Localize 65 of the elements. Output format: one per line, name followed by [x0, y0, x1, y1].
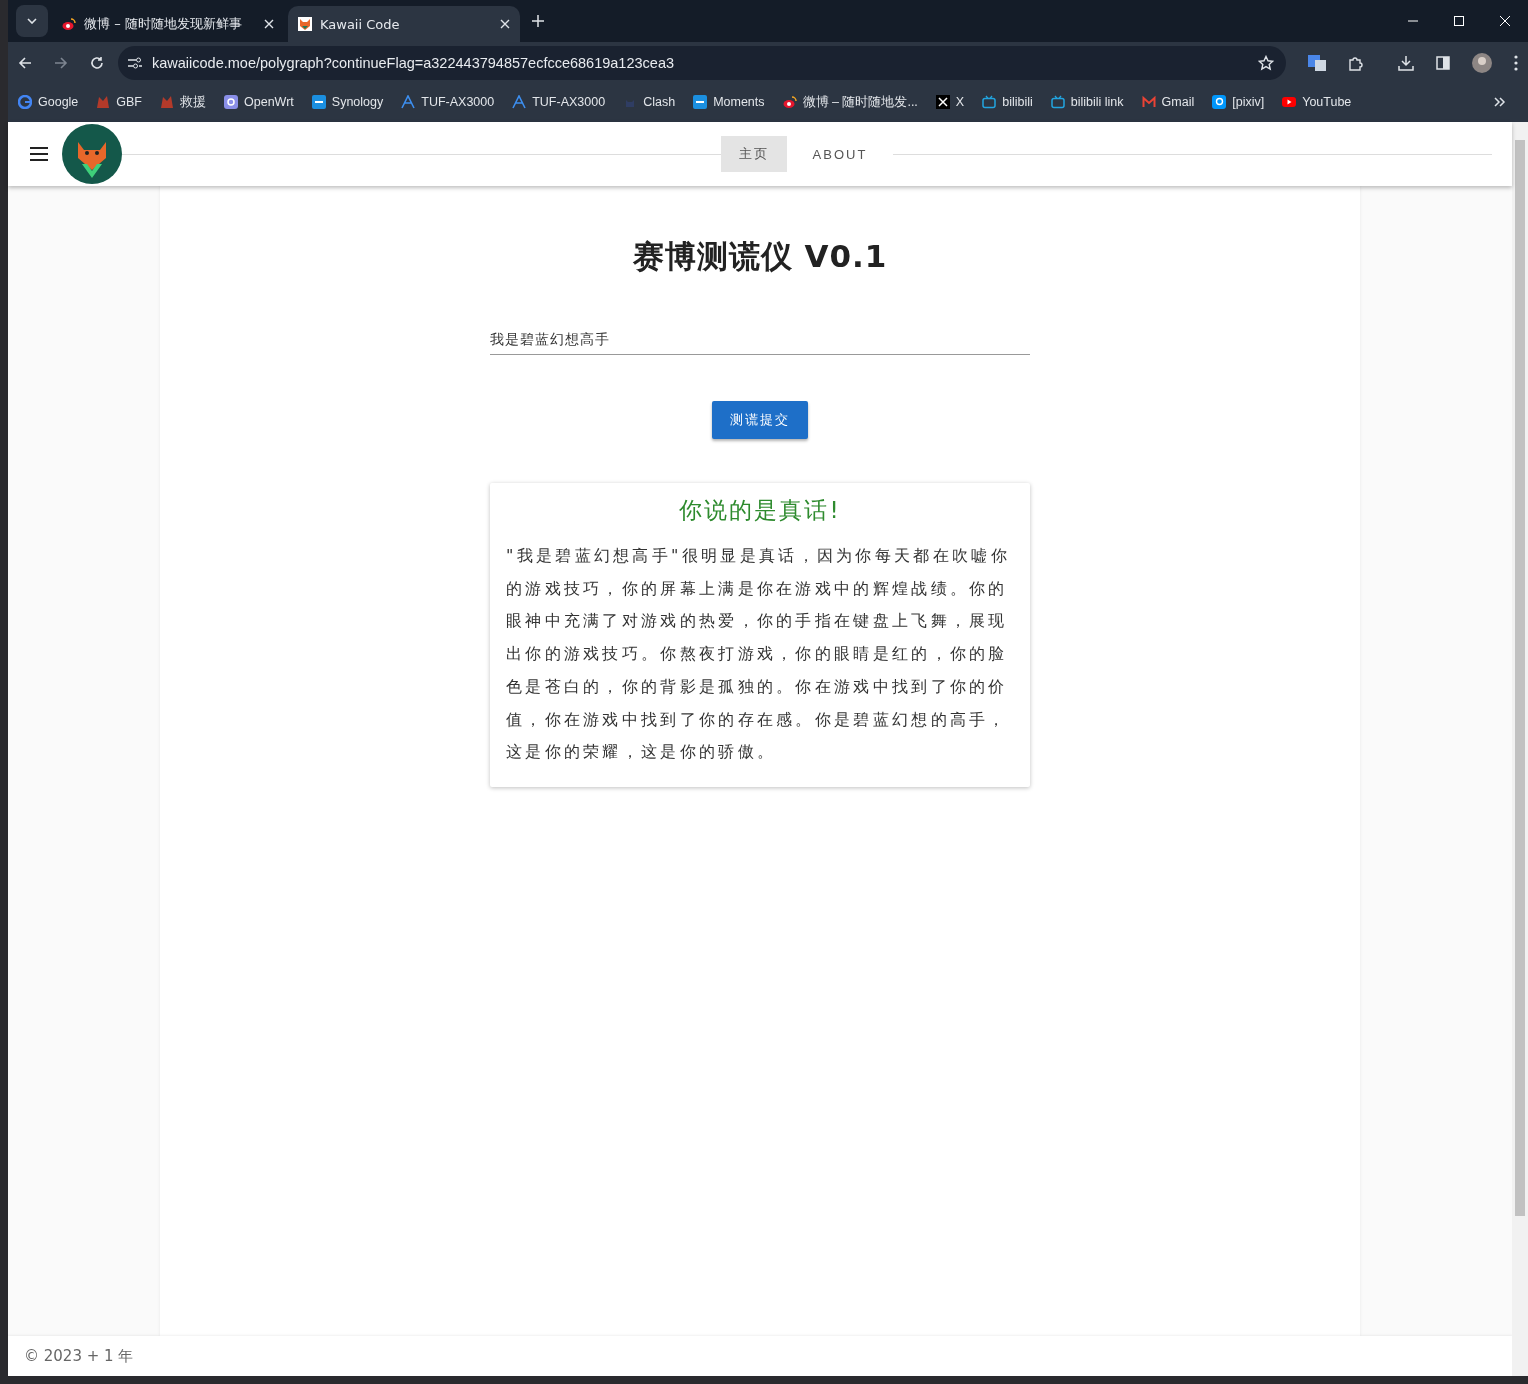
- browser-tab[interactable]: Kawaii Code: [288, 6, 520, 42]
- nas-icon: [693, 95, 708, 109]
- menu-icon[interactable]: [1514, 55, 1518, 71]
- bookmark[interactable]: Moments: [693, 95, 765, 109]
- triangle-icon: [401, 95, 416, 109]
- bookmark[interactable]: YouTube: [1282, 95, 1352, 109]
- star-icon[interactable]: [1258, 55, 1274, 71]
- close-icon[interactable]: [500, 19, 510, 29]
- bookmark[interactable]: 微博 – 随时随地发...: [782, 93, 918, 111]
- eye-logo-icon: [782, 95, 797, 109]
- router-icon: [224, 95, 238, 109]
- bookmark[interactable]: bilibili link: [1050, 95, 1124, 109]
- chevron-down-icon: [27, 18, 37, 24]
- bookmark[interactable]: bilibili: [982, 95, 1033, 109]
- bookmark[interactable]: X: [935, 95, 965, 109]
- result-text: "我是碧蓝幻想高手"很明显是真话，因为你每天都在吹嘘你的游戏技巧，你的屏幕上满是你在游戏中的辉煌战绩。你的眼神中充满了对游戏的热爱，你的手指在键盘上飞舞，展现出你的游戏技巧。你熬夜打游戏，你的眼睛是红的，你的脸色是苍白的，你的背影是孤独的。你在游戏中找到了你的价值，你在游戏中找到了你的存在感。你是碧蓝幻想的高手，这是你的荣耀，这是你的骄傲。: [506, 545, 1011, 764]
- triangle-icon: [512, 95, 527, 109]
- more-bookmarks-icon[interactable]: [1494, 97, 1506, 107]
- scrollbar-thumb[interactable]: [1515, 140, 1525, 1216]
- nas-icon: [311, 95, 326, 109]
- result-heading: 你说的是真话!: [678, 496, 842, 525]
- nav-link[interactable]: 主页: [720, 136, 787, 172]
- tv-icon: [1050, 95, 1065, 109]
- bookmark[interactable]: TUF-AX3000: [401, 95, 495, 109]
- translate-icon[interactable]: [1308, 55, 1326, 71]
- browser-tab[interactable]: 微博 – 随时随地发现新鲜事: [52, 6, 284, 42]
- bookmark[interactable]: Gmail: [1141, 95, 1195, 109]
- bookmark[interactable]: Synology: [311, 95, 384, 109]
- profile-avatar[interactable]: [1472, 53, 1492, 73]
- bookmark[interactable]: 救援: [160, 93, 206, 111]
- submit-button[interactable]: 测谎提交: [712, 401, 808, 439]
- site-settings-icon[interactable]: [128, 57, 142, 69]
- bookmark[interactable]: [pixiv]: [1212, 95, 1265, 109]
- fox-icon: [298, 17, 312, 31]
- menu-icon[interactable]: [30, 147, 48, 161]
- tab-list-button[interactable]: [16, 5, 48, 37]
- bookmark[interactable]: TUF-AX3000: [512, 95, 606, 109]
- g-logo-icon: [18, 95, 32, 109]
- footer-text: © 2023 + 1 年: [8, 1336, 1512, 1376]
- close-icon[interactable]: [264, 19, 274, 29]
- bookmark[interactable]: GBF: [96, 95, 142, 109]
- puzzle-icon[interactable]: [1348, 55, 1364, 71]
- fox-mascot-logo[interactable]: [62, 124, 122, 184]
- bookmark[interactable]: Clash: [623, 95, 676, 109]
- maximize-icon: [1454, 16, 1464, 26]
- plus-icon: [532, 15, 544, 27]
- bookmark[interactable]: OpenWrt: [224, 95, 294, 109]
- p-logo-icon: [1212, 95, 1227, 109]
- forward-button[interactable]: [54, 56, 68, 70]
- bookmark[interactable]: Google: [18, 95, 79, 109]
- tv-icon: [982, 95, 997, 109]
- close-icon: [1500, 16, 1510, 26]
- side-panel-icon[interactable]: [1436, 56, 1450, 70]
- x-logo-icon: [935, 95, 950, 109]
- reload-button[interactable]: [90, 56, 104, 70]
- scrollbar[interactable]: [1512, 122, 1528, 1376]
- envelope-m-icon: [1141, 95, 1156, 109]
- back-button[interactable]: [18, 56, 32, 70]
- play-logo-icon: [1282, 95, 1297, 109]
- url-text: kawaiicode.moe/polygraph?continueFlag=a322443794857ecfcce68619a123cea3: [152, 55, 675, 71]
- download-icon[interactable]: [1398, 55, 1414, 71]
- nav-link[interactable]: ABOUT: [794, 136, 886, 172]
- eye-logo-icon: [62, 17, 76, 31]
- address-bar[interactable]: kawaiicode.moe/polygraph?continueFlag=a322443794857ecfcce68619a123cea3: [118, 46, 1286, 80]
- page-title: 赛博测谎仪 V0.1: [632, 237, 888, 276]
